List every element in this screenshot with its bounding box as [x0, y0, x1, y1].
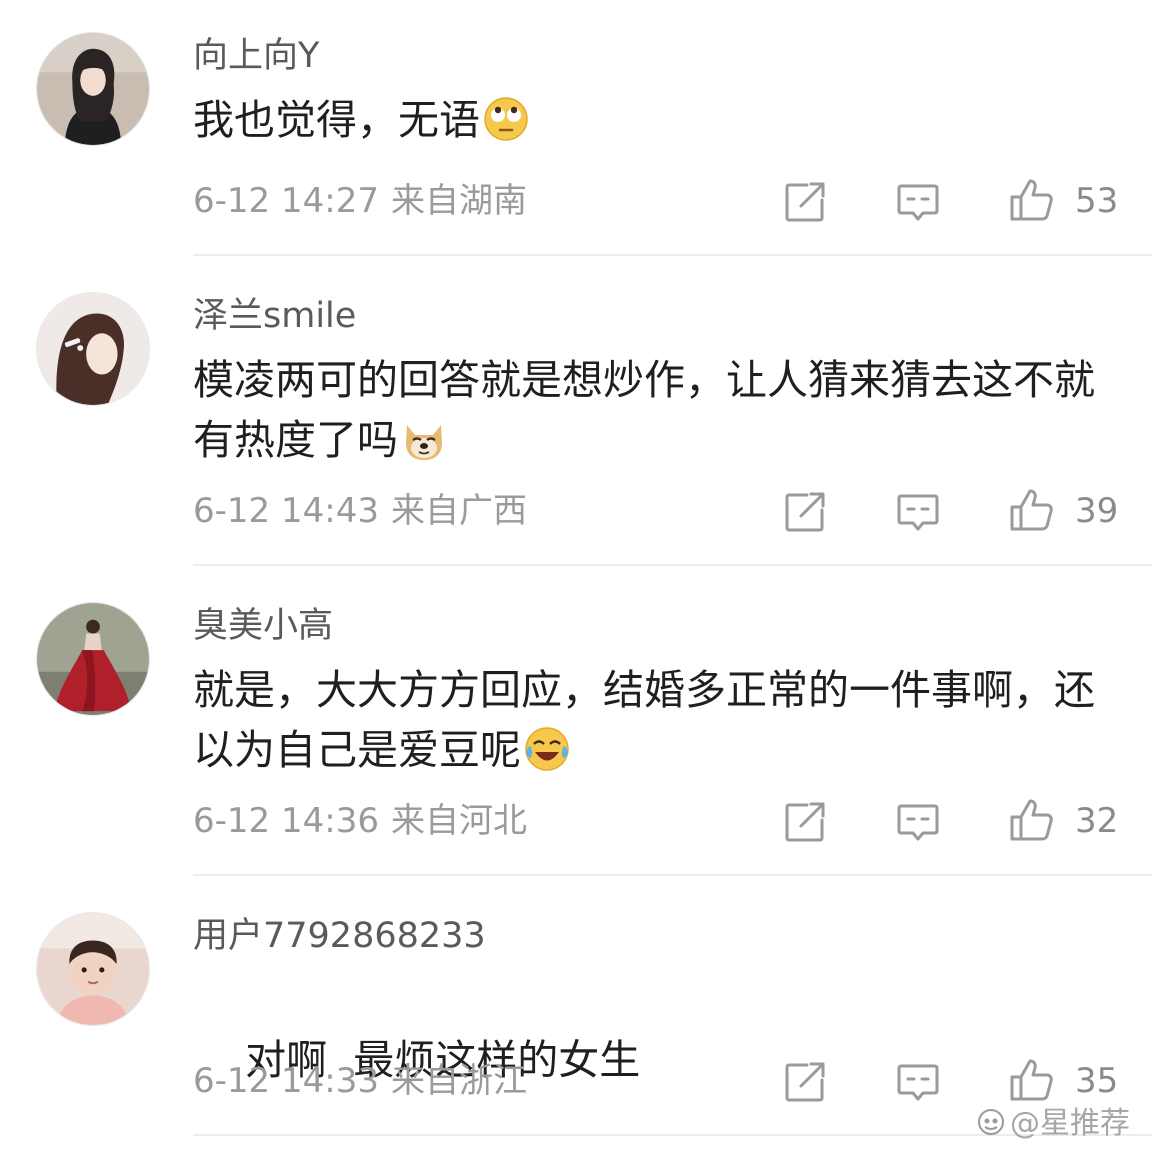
- username[interactable]: 泽兰smile: [193, 294, 356, 338]
- comment-location: 来自浙江: [390, 1061, 527, 1101]
- watermark-text: @星推荐: [1010, 1106, 1130, 1141]
- like-count: 32: [1075, 801, 1119, 841]
- watermark-logo-icon: [976, 1107, 1006, 1137]
- rolling-eyes-emoji: [482, 95, 530, 143]
- like-count: 35: [1075, 1061, 1119, 1101]
- username[interactable]: 臭美小高: [193, 604, 333, 648]
- thumbs-up-icon[interactable]: [1006, 795, 1056, 845]
- comment-icon[interactable]: [893, 1057, 943, 1107]
- comment-location: 来自湖南: [390, 181, 527, 221]
- share-icon[interactable]: [780, 1057, 830, 1107]
- comment-text-content: 模凌两可的回答就是想炒作，让人猜来猜去这不就有热度了吗: [193, 356, 1095, 464]
- laugh-cry-emoji: [523, 725, 571, 773]
- comment-location: 来自广西: [390, 491, 527, 531]
- like-count: 39: [1075, 491, 1119, 531]
- share-icon[interactable]: [780, 487, 830, 537]
- thumbs-up-icon[interactable]: [1006, 175, 1056, 225]
- comment-time: 6-12 14:27: [193, 181, 379, 221]
- avatar[interactable]: [36, 32, 150, 146]
- comment-text-content: 我也觉得，无语: [193, 96, 480, 144]
- divider: [193, 874, 1152, 876]
- avatar[interactable]: [36, 292, 150, 406]
- comment-icon[interactable]: [893, 177, 943, 227]
- comment-text: 就是，大大方方回应，结婚多正常的一件事啊，还以为自己是爱豆呢: [193, 660, 1113, 780]
- share-icon[interactable]: [780, 177, 830, 227]
- share-icon[interactable]: [780, 797, 830, 847]
- divider: [193, 254, 1152, 256]
- like-count: 53: [1075, 181, 1119, 221]
- comment-meta: 6-12 14:33 来自浙江: [193, 1059, 527, 1103]
- doge-emoji: [400, 415, 448, 463]
- comment-location: 来自河北: [390, 801, 527, 841]
- comment-text: 我也觉得，无语: [193, 90, 1113, 150]
- comment-time: 6-12 14:43: [193, 491, 379, 531]
- comment-time: 6-12 14:36: [193, 801, 379, 841]
- comment-icon[interactable]: [893, 797, 943, 847]
- username[interactable]: 向上向Y: [193, 34, 319, 78]
- comment-text-content: 就是，大大方方回应，结婚多正常的一件事啊，还以为自己是爱豆呢: [193, 666, 1095, 774]
- comment-time: 6-12 14:33: [193, 1061, 379, 1101]
- watermark: @星推荐: [976, 1098, 1130, 1142]
- divider: [193, 564, 1152, 566]
- comment-meta: 6-12 14:27 来自湖南: [193, 179, 527, 223]
- avatar[interactable]: [36, 602, 150, 716]
- avatar[interactable]: [36, 912, 150, 1026]
- comment-meta: 6-12 14:36 来自河北: [193, 799, 527, 843]
- comment-icon[interactable]: [893, 487, 943, 537]
- comment-meta: 6-12 14:43 来自广西: [193, 489, 527, 533]
- comment-text: 模凌两可的回答就是想炒作，让人猜来猜去这不就有热度了吗: [193, 350, 1113, 470]
- username[interactable]: 用户7792868233: [193, 914, 486, 958]
- thumbs-up-icon[interactable]: [1006, 485, 1056, 535]
